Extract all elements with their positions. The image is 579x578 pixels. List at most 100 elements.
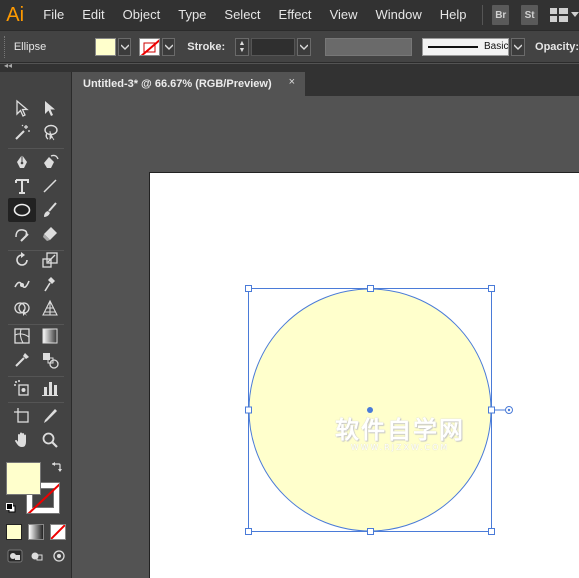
color-mode-button[interactable] <box>6 524 22 540</box>
tool-row <box>8 296 64 320</box>
stock-button[interactable]: St <box>521 5 539 25</box>
collapse-panel-icon[interactable]: ◂◂ <box>4 61 12 70</box>
zoom-tool-icon[interactable] <box>36 428 64 452</box>
type-tool-icon[interactable] <box>8 174 36 198</box>
gradient-tool-icon[interactable] <box>36 324 64 348</box>
control-bar-grip[interactable] <box>4 35 10 58</box>
menu-help[interactable]: Help <box>431 0 476 30</box>
chevron-down-icon: ▼ <box>238 46 246 54</box>
symbol-sprayer-tool-icon[interactable] <box>8 376 36 400</box>
menu-object[interactable]: Object <box>114 0 170 30</box>
lasso-tool-icon[interactable] <box>36 120 64 144</box>
shape-builder-tool-icon[interactable] <box>8 296 36 320</box>
tool-row <box>8 198 64 222</box>
main-menu: File Edit Object Type Select Effect View… <box>34 0 475 30</box>
swap-fill-stroke-icon[interactable] <box>50 462 62 477</box>
draw-normal-icon[interactable] <box>6 548 24 564</box>
tool-row <box>8 96 64 120</box>
slice-tool-icon[interactable] <box>36 404 64 428</box>
fill-color-box[interactable] <box>6 462 41 495</box>
tool-row <box>8 324 64 348</box>
selection-type-label: Ellipse <box>13 40 47 53</box>
puppet-warp-tool-icon[interactable] <box>36 272 64 296</box>
chevron-up-icon: ▲ <box>238 39 246 47</box>
panel-strip: ◂◂ <box>0 61 579 72</box>
direct-selection-tool-icon[interactable] <box>36 96 64 120</box>
toolbar-divider <box>8 402 64 403</box>
brush-stroke-preview <box>427 45 478 48</box>
blend-tool-icon[interactable] <box>36 348 64 372</box>
document-tab-title: Untitled-3* @ 66.67% (RGB/Preview) <box>83 78 272 90</box>
menu-view[interactable]: View <box>321 0 367 30</box>
stroke-weight-stepper[interactable]: ▲ ▼ <box>235 37 249 56</box>
document-tab[interactable]: Untitled-3* @ 66.67% (RGB/Preview) × <box>73 72 305 96</box>
tool-row <box>8 222 64 246</box>
document-tab-bar: Untitled-3* @ 66.67% (RGB/Preview) × <box>73 72 579 96</box>
eraser-tool-icon[interactable] <box>36 222 64 246</box>
curvature-tool-icon[interactable] <box>36 150 64 174</box>
draw-behind-icon[interactable] <box>28 548 46 564</box>
perspective-grid-tool-icon[interactable] <box>36 296 64 320</box>
paintbrush-tool-icon[interactable] <box>36 198 64 222</box>
menu-bar: Ai File Edit Object Type Select Effect V… <box>0 0 579 30</box>
tool-row <box>8 248 64 272</box>
menu-file[interactable]: File <box>34 0 73 30</box>
fill-dropdown-button[interactable] <box>117 37 132 56</box>
close-tab-icon[interactable]: × <box>289 76 295 88</box>
opacity-label[interactable]: Opacity: <box>535 41 579 53</box>
fill-color-swatch[interactable] <box>95 37 116 56</box>
gradient-mode-button[interactable] <box>28 524 44 540</box>
tool-row <box>8 272 64 296</box>
rotate-tool-icon[interactable] <box>8 248 36 272</box>
artboard-tool-icon[interactable] <box>8 404 36 428</box>
none-mode-button[interactable] <box>50 524 66 540</box>
scale-tool-icon[interactable] <box>36 248 64 272</box>
line-segment-tool-icon[interactable] <box>36 174 64 198</box>
stroke-weight-input[interactable] <box>250 37 296 56</box>
width-tool-icon[interactable] <box>8 272 36 296</box>
pie-widget-dot <box>507 408 511 412</box>
menu-separator <box>481 5 483 25</box>
ellipse-tool-icon[interactable] <box>8 198 36 222</box>
bridge-button[interactable]: Br <box>492 5 510 25</box>
menu-select[interactable]: Select <box>215 0 269 30</box>
tool-row <box>8 348 64 372</box>
variable-width-profile[interactable] <box>325 37 412 56</box>
brush-label: Basic <box>483 41 509 52</box>
tool-row <box>8 376 64 400</box>
shaper-tool-icon[interactable] <box>8 222 36 246</box>
stroke-dropdown-button[interactable] <box>161 37 176 56</box>
illustrator-logo: Ai <box>6 3 25 26</box>
mesh-tool-icon[interactable] <box>8 324 36 348</box>
magic-wand-tool-icon[interactable] <box>8 120 36 144</box>
default-fill-stroke-icon[interactable] <box>6 502 16 513</box>
stroke-weight-dropdown[interactable] <box>297 37 312 56</box>
draw-mode-row <box>6 548 68 564</box>
selection-tool-icon[interactable] <box>8 96 36 120</box>
toolbar-divider <box>8 148 64 149</box>
eyedropper-tool-icon[interactable] <box>8 348 36 372</box>
menu-window[interactable]: Window <box>367 0 431 30</box>
menu-effect[interactable]: Effect <box>270 0 321 30</box>
column-graph-tool-icon[interactable] <box>36 376 64 400</box>
tool-row <box>8 174 64 198</box>
workspace-grid-icon[interactable] <box>550 8 579 22</box>
menu-type[interactable]: Type <box>169 0 215 30</box>
tool-row <box>8 428 64 452</box>
control-bar: Ellipse Stroke: ▲ ▼ Basic Opacity: <box>0 30 579 63</box>
stroke-label: Stroke: <box>187 40 226 53</box>
hand-tool-icon[interactable] <box>8 428 36 452</box>
tool-row <box>8 120 64 144</box>
tools-panel <box>0 72 72 578</box>
draw-inside-icon[interactable] <box>50 548 68 564</box>
tool-row <box>8 150 64 174</box>
brush-definition-dropdown[interactable]: Basic <box>421 37 510 56</box>
color-mode-row <box>6 524 66 540</box>
stroke-color-swatch[interactable] <box>139 37 160 56</box>
center-point[interactable] <box>367 407 373 413</box>
pen-tool-icon[interactable] <box>8 150 36 174</box>
artwork-layer <box>245 285 513 535</box>
canvas-area[interactable]: 软件自学网 WWW.RJZXW.COM <box>73 96 579 578</box>
menu-edit[interactable]: Edit <box>73 0 113 30</box>
brush-dropdown-button[interactable] <box>511 37 526 56</box>
